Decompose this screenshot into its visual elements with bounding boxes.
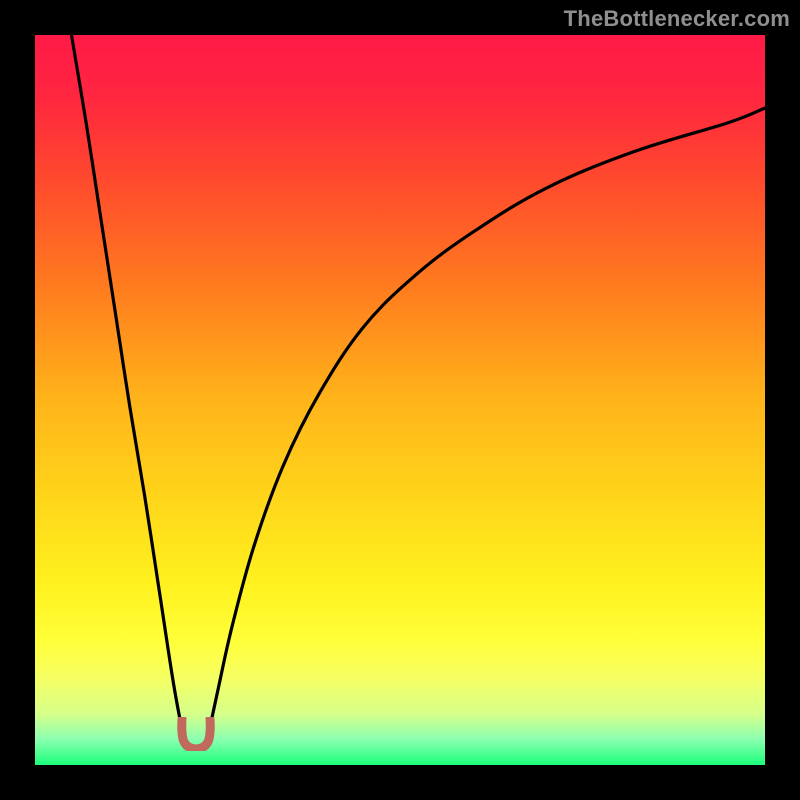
watermark-text: TheBottlenecker.com [564, 6, 790, 32]
plot-area [35, 35, 765, 765]
bottleneck-curve-left [72, 35, 185, 743]
image-frame: TheBottlenecker.com [0, 0, 800, 800]
bottleneck-curve-right [207, 108, 766, 743]
curve-layer [35, 35, 765, 765]
